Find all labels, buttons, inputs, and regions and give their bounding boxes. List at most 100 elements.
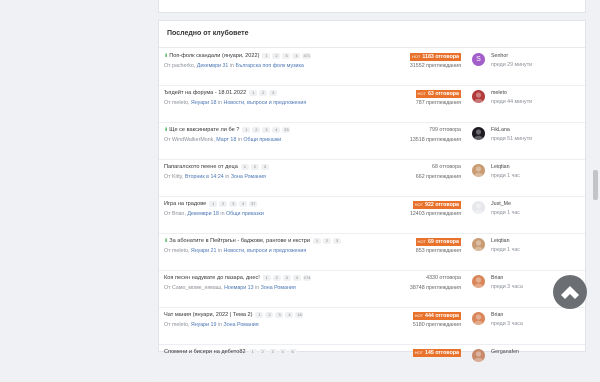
last-poster-name[interactable]: meleto [491, 90, 507, 96]
last-post-time[interactable]: преди 51 минути [491, 136, 532, 142]
page-link[interactable]: 1 [262, 275, 271, 281]
page-link[interactable]: 2 [219, 201, 228, 207]
meta-forum[interactable]: Новости, въпроси и предложения [224, 100, 307, 106]
meta-forum[interactable]: Общи приказки [226, 211, 264, 217]
topic-row[interactable]: Чат мания (януари, 2022 | Тема 2) 1 2 3 4 18 О… [159, 307, 585, 345]
page-link[interactable]: 1 [242, 127, 251, 133]
page-link[interactable]: 3 [275, 312, 284, 318]
page-link[interactable]: 4 [285, 312, 294, 318]
meta-date[interactable]: Януари 18 [191, 100, 217, 106]
last-post-time[interactable]: преди 1 час [491, 210, 520, 216]
last-post-time[interactable]: преди 3 часа [491, 321, 523, 327]
avatar[interactable] [472, 275, 485, 288]
page-link[interactable]: 2 [258, 349, 267, 355]
avatar[interactable] [472, 238, 485, 251]
meta-date[interactable]: Декември 18 [187, 211, 219, 217]
topic-title[interactable]: ⬇За абонатите в Пейтриън - баджове, ранг… [164, 238, 343, 244]
page-link[interactable]: 33 [282, 127, 291, 133]
last-poster-name[interactable]: Senhor [491, 53, 508, 59]
avatar[interactable]: S [472, 53, 485, 66]
page-link[interactable]: 1 [249, 90, 258, 96]
topic-title[interactable]: ⬇Поп-фолк скандали (януари, 2022) 1 2 3 4 471 [164, 53, 313, 59]
scrollbar-thumb[interactable] [593, 170, 598, 200]
meta-date[interactable]: Декември 31 [197, 63, 229, 69]
page-link[interactable]: 1 [209, 201, 218, 207]
page-link[interactable]: 3 [269, 90, 278, 96]
topic-title-text[interactable]: Спомени и бисери на дебето82 [164, 349, 246, 355]
last-post-time[interactable]: преди 1 час [491, 247, 520, 253]
scroll-to-top-button[interactable] [553, 275, 587, 309]
topic-title-text[interactable]: Игра на градове [164, 201, 206, 207]
page-link[interactable]: 37 [249, 201, 258, 207]
topic-title-text[interactable]: Чат мания (януари, 2022 | Тема 2) [164, 312, 252, 318]
page-link[interactable]: 2 [250, 164, 259, 170]
meta-date[interactable]: Ноември 13 [224, 285, 253, 291]
page-link[interactable]: 174 [302, 275, 312, 281]
avatar[interactable] [472, 127, 485, 140]
page-link[interactable]: 2 [252, 127, 261, 133]
last-poster-name[interactable]: Leiqtian [491, 238, 510, 244]
topic-title-text[interactable]: Поп-фолк скандали (януари, 2022) [169, 53, 259, 59]
page-link[interactable]: 3 [268, 349, 277, 355]
last-poster-name[interactable]: Brian [491, 275, 503, 281]
page-link[interactable]: 6 [288, 349, 297, 355]
page-link[interactable]: 2 [265, 312, 274, 318]
meta-date[interactable]: Март 18 [216, 137, 236, 143]
last-poster-name[interactable]: FikLana [491, 127, 510, 133]
topic-title[interactable]: Чат мания (януари, 2022 | Тема 2) 1 2 3 4 18 [164, 312, 305, 318]
page-link[interactable]: 3 [260, 164, 269, 170]
topic-row[interactable]: Игра на градове 1 2 3 4 37 От Brian, Декември … [159, 196, 585, 234]
topic-row[interactable]: Спомени и бисери на дебето82 1 2 3 4 6 HOT 145… [159, 344, 585, 382]
topic-title-text[interactable]: За абонатите в Пейтриън - баджове, ранго… [169, 238, 310, 244]
page-link[interactable]: 4 [272, 127, 281, 133]
page-link[interactable]: 1 [262, 53, 271, 59]
topic-title[interactable]: ⬇Ще се ваксинирате ли бе ? 1 2 3 4 33 [164, 127, 292, 133]
meta-forum[interactable]: Зона Романия [224, 322, 259, 328]
meta-date[interactable]: Януари 21 [191, 248, 217, 254]
avatar[interactable] [472, 90, 485, 103]
last-poster-name[interactable]: Leiqtian [491, 164, 510, 170]
last-poster-name[interactable]: Just_Me [491, 201, 511, 207]
meta-forum[interactable]: Зона Романия [231, 174, 266, 180]
page-link[interactable]: 4 [278, 349, 287, 355]
topic-row[interactable]: Ъпдейт на форума - 18.01.2022 1 2 3 От melet… [159, 85, 585, 123]
page-link[interactable]: 2 [259, 90, 268, 96]
topic-row[interactable]: ⬇За абонатите в Пейтриън - баджове, ранг… [159, 233, 585, 271]
topic-title[interactable]: Коя песен надувате до пазара, днес! 1 2 3 4 1… [164, 275, 313, 281]
page-link[interactable]: 1 [240, 164, 249, 170]
last-post-time[interactable]: преди 29 минути [491, 62, 532, 68]
topic-row[interactable]: Папагалското пеене от деца 1 2 3 От Kitty, В… [159, 159, 585, 197]
last-post-time[interactable]: преди 44 минути [491, 99, 532, 105]
scrollbar[interactable] [592, 0, 600, 337]
page-link[interactable]: 18 [295, 312, 304, 318]
last-post-time[interactable]: преди 1 час [491, 173, 520, 179]
page-link[interactable]: 2 [272, 275, 281, 281]
last-post-time[interactable]: преди 3 часа [491, 284, 523, 290]
topic-title-text[interactable]: Ъпдейт на форума - 18.01.2022 [164, 90, 246, 96]
page-link[interactable]: 4 [292, 53, 301, 59]
last-poster-name[interactable]: Brian [491, 312, 503, 318]
page-link[interactable]: 1 [312, 238, 321, 244]
avatar[interactable] [472, 201, 485, 214]
meta-forum[interactable]: Българска поп фолк музика [235, 63, 303, 69]
meta-forum[interactable]: Зона Романия [261, 285, 296, 291]
topic-title-text[interactable]: Ще се ваксинирате ли бе ? [169, 127, 239, 133]
topic-title[interactable]: Папагалското пеене от деца 1 2 3 [164, 164, 271, 170]
avatar[interactable] [472, 349, 485, 362]
topic-row[interactable]: Коя песен надувате до пазара, днес! 1 2 3 4 1… [159, 270, 585, 308]
page-link[interactable]: 2 [272, 53, 281, 59]
topic-row[interactable]: ⬇Ще се ваксинирате ли бе ? 1 2 3 4 33 От WindW… [159, 122, 585, 160]
page-link[interactable]: 3 [332, 238, 341, 244]
meta-date[interactable]: Вторник в 14:24 [185, 174, 224, 180]
page-link[interactable]: 3 [262, 127, 271, 133]
last-poster-name[interactable]: Gerganafen [491, 349, 519, 355]
meta-forum[interactable]: Общи приказки [243, 137, 281, 143]
page-link[interactable]: 4 [239, 201, 248, 207]
page-link[interactable]: 3 [229, 201, 238, 207]
page-link[interactable]: 1 [255, 312, 264, 318]
topic-row[interactable]: ⬇Поп-фолк скандали (януари, 2022) 1 2 3 4 471… [159, 48, 585, 86]
page-link[interactable]: 3 [282, 53, 291, 59]
topic-title[interactable]: Спомени и бисери на дебето82 1 2 3 4 6 [164, 349, 299, 355]
avatar[interactable] [472, 312, 485, 325]
avatar[interactable] [472, 164, 485, 177]
